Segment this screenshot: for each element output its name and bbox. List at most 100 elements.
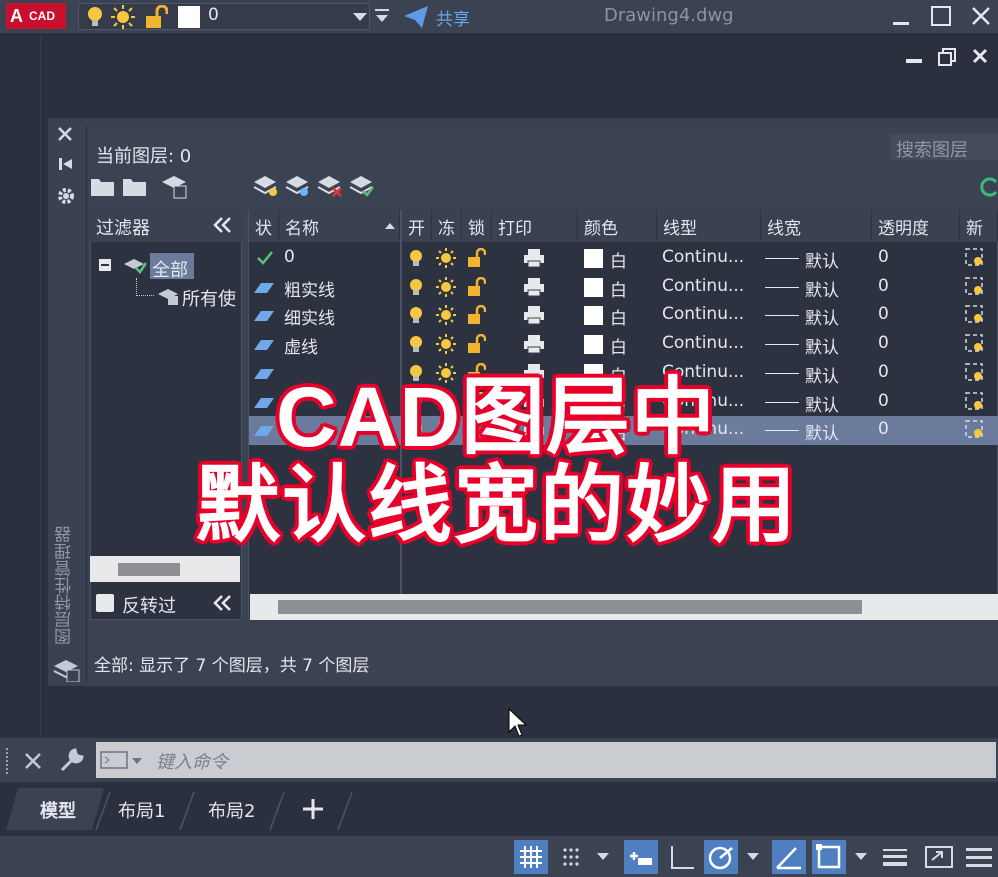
command-history-icon[interactable]: [100, 750, 144, 770]
col-lineweight[interactable]: 线宽: [761, 210, 872, 242]
collapse-icon[interactable]: [212, 216, 234, 234]
minimize-icon[interactable]: [892, 10, 910, 26]
layer-name[interactable]: 0: [284, 247, 295, 267]
unlock-icon[interactable]: [466, 305, 486, 325]
polar-button[interactable]: [704, 840, 738, 874]
layer-transparency[interactable]: 0: [878, 276, 889, 296]
refresh-icon[interactable]: [980, 176, 998, 198]
palette-close-icon[interactable]: [57, 126, 73, 142]
layer-linetype[interactable]: Continu...: [662, 276, 744, 296]
sun-icon[interactable]: [435, 247, 457, 269]
tree-item-all[interactable]: 全部: [152, 256, 188, 282]
layer-linetype[interactable]: Continu...: [662, 304, 744, 324]
menu-button[interactable]: [962, 840, 996, 874]
layer-transparency[interactable]: 0: [878, 362, 889, 382]
unlock-icon[interactable]: [466, 277, 486, 297]
command-input[interactable]: [96, 742, 996, 778]
col-color[interactable]: 颜色: [578, 210, 657, 242]
new-vp-freeze-icon[interactable]: [964, 247, 986, 269]
layer-name[interactable]: 细实线: [284, 304, 335, 329]
new-vp-freeze-icon[interactable]: [964, 333, 986, 355]
share-button[interactable]: 共享: [436, 5, 470, 30]
col-plot[interactable]: 打印: [492, 210, 578, 242]
command-close-icon[interactable]: [24, 752, 42, 770]
chevron-down-icon[interactable]: [352, 12, 368, 22]
col-freeze[interactable]: 冻: [432, 210, 462, 242]
layer-lineweight[interactable]: 默认: [805, 362, 839, 387]
layer-hscroll-thumb[interactable]: [278, 600, 862, 614]
color-swatch[interactable]: [584, 249, 603, 268]
doc-minimize-icon[interactable]: [906, 54, 922, 64]
color-swatch[interactable]: [584, 278, 603, 297]
customize-icon[interactable]: [374, 8, 390, 26]
printer-icon[interactable]: [523, 305, 545, 325]
new-layer-icon[interactable]: [252, 172, 278, 198]
layer-lineweight[interactable]: 默认: [805, 419, 839, 444]
layer-transparency[interactable]: 0: [878, 333, 889, 353]
bulb-icon[interactable]: [407, 305, 425, 325]
layer-linetype[interactable]: Continu...: [662, 247, 744, 267]
new-vp-freeze-icon[interactable]: [964, 304, 986, 326]
col-name[interactable]: 名称: [279, 210, 400, 242]
invert-checkbox[interactable]: [96, 594, 114, 612]
infer-button[interactable]: [624, 840, 658, 874]
delete-layer-icon[interactable]: [316, 172, 342, 198]
send-icon[interactable]: [402, 4, 430, 30]
sun-icon[interactable]: [435, 276, 457, 298]
bulb-icon[interactable]: [84, 5, 106, 29]
col-status[interactable]: 状: [249, 210, 279, 242]
new-filter-icon[interactable]: [90, 174, 116, 198]
col-lock[interactable]: 锁: [462, 210, 492, 242]
doc-close-icon[interactable]: [972, 48, 988, 64]
layer-lineweight[interactable]: 默认: [805, 333, 839, 358]
ortho-button[interactable]: [666, 840, 700, 874]
grip-handle[interactable]: [6, 748, 12, 774]
lineweight-button[interactable]: [878, 840, 912, 874]
col-linetype[interactable]: 线型: [657, 210, 761, 242]
fullscreen-button[interactable]: [922, 840, 956, 874]
new-frozen-layer-icon[interactable]: [284, 172, 310, 198]
layer-lineweight[interactable]: 默认: [805, 304, 839, 329]
layer-lineweight[interactable]: 默认: [805, 391, 839, 416]
tree-item-used[interactable]: 所有使: [182, 285, 236, 311]
layer-transparency[interactable]: 0: [878, 391, 889, 411]
tab-layout1[interactable]: 布局1: [118, 797, 165, 823]
bulb-icon[interactable]: [407, 277, 425, 297]
color-swatch[interactable]: [178, 6, 200, 28]
unlock-icon[interactable]: [466, 248, 486, 268]
app-logo[interactable]: A CAD: [6, 3, 66, 29]
col-new[interactable]: 新: [960, 210, 998, 242]
layer-transparency[interactable]: 0: [878, 247, 889, 267]
set-current-icon[interactable]: [348, 172, 374, 198]
layer-row[interactable]: 细实线 白 Continu... 默认 0: [249, 301, 998, 330]
sun-icon[interactable]: [435, 304, 457, 326]
autohide-icon[interactable]: [58, 156, 74, 172]
layer-transparency[interactable]: 0: [878, 419, 889, 439]
layer-lineweight[interactable]: 默认: [805, 276, 839, 301]
new-vp-freeze-icon[interactable]: [964, 391, 986, 413]
bulb-icon[interactable]: [407, 248, 425, 268]
layer-row[interactable]: 0 白 Continu... 默认 0: [249, 244, 998, 273]
add-layout-icon[interactable]: [302, 798, 324, 820]
doc-restore-icon[interactable]: [938, 48, 956, 66]
tab-model[interactable]: 模型: [40, 797, 76, 823]
tab-layout2[interactable]: 布局2: [208, 797, 255, 823]
new-vp-freeze-icon[interactable]: [964, 419, 986, 441]
osnap-menu-icon[interactable]: [854, 852, 868, 862]
filter-scroll-thumb[interactable]: [118, 563, 180, 576]
new-vp-freeze-icon[interactable]: [964, 276, 986, 298]
snap-button[interactable]: [556, 840, 590, 874]
layer-transparency[interactable]: 0: [878, 304, 889, 324]
wrench-icon[interactable]: [58, 746, 86, 774]
osnap-button[interactable]: [812, 840, 846, 874]
snap-menu-icon[interactable]: [596, 852, 610, 862]
col-on[interactable]: 开: [402, 210, 432, 242]
new-vp-freeze-icon[interactable]: [964, 362, 986, 384]
col-transparency[interactable]: 透明度: [872, 210, 960, 242]
close-icon[interactable]: [970, 5, 992, 27]
unlock-icon[interactable]: [144, 5, 168, 29]
tree-collapse-icon[interactable]: [98, 258, 112, 272]
sun-icon[interactable]: [110, 4, 136, 30]
isodraft-button[interactable]: [772, 840, 806, 874]
polar-menu-icon[interactable]: [746, 852, 760, 862]
